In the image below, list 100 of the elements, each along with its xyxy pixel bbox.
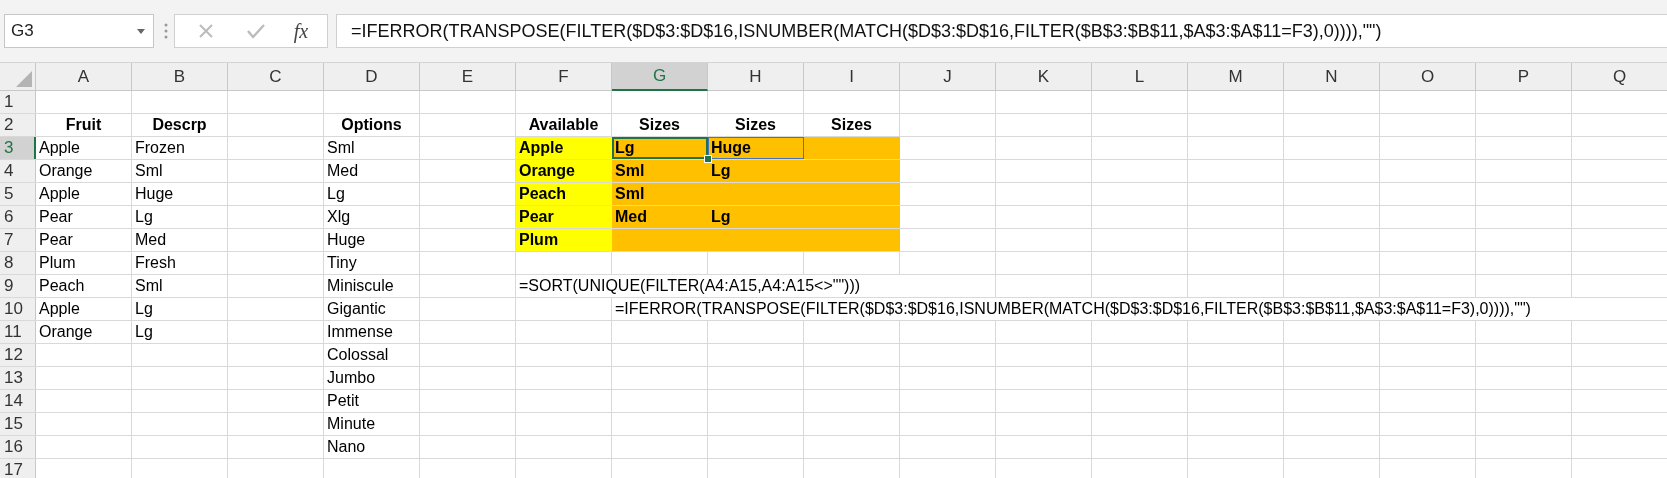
row-header[interactable]: 5 bbox=[0, 183, 36, 205]
cell-text: Gigantic bbox=[327, 301, 386, 317]
row-header[interactable]: 13 bbox=[0, 367, 36, 389]
filled-cell[interactable]: Sml bbox=[612, 160, 708, 182]
row-header[interactable]: 6 bbox=[0, 206, 36, 228]
filled-cell[interactable]: Pear bbox=[516, 206, 612, 228]
cell-text: Fruit bbox=[65, 117, 102, 133]
filled-cell[interactable] bbox=[804, 160, 900, 182]
row-header[interactable]: 7 bbox=[0, 229, 36, 251]
cell-text: Miniscule bbox=[327, 278, 394, 294]
close-icon bbox=[198, 23, 214, 39]
row-header[interactable]: 4 bbox=[0, 160, 36, 182]
cell-text: Tiny bbox=[327, 255, 357, 271]
cell-text: Sml bbox=[327, 140, 355, 156]
filled-cell[interactable]: Orange bbox=[516, 160, 612, 182]
cell-text: Lg bbox=[327, 186, 345, 202]
filled-cell[interactable]: Plum bbox=[516, 229, 612, 251]
column-header[interactable]: C bbox=[228, 63, 324, 91]
row-header[interactable]: 2 bbox=[0, 114, 36, 136]
row-header[interactable]: 8 bbox=[0, 252, 36, 274]
column-header[interactable]: L bbox=[1092, 63, 1188, 91]
cell-text: Apple bbox=[39, 140, 80, 156]
cell-text: Descrp bbox=[152, 117, 207, 133]
column-header[interactable]: K bbox=[996, 63, 1092, 91]
cell-text: Minute bbox=[327, 416, 376, 432]
filled-cell[interactable]: Peach bbox=[516, 183, 612, 205]
cell-text: Apple bbox=[519, 140, 564, 156]
filled-cell[interactable] bbox=[804, 137, 900, 159]
filled-cell[interactable] bbox=[612, 229, 708, 251]
cell-text: =IFERROR(TRANSPOSE(FILTER($D$3:$D$16,ISNUMBER(MATCH($D$3:$D$16,FILTER($B$3:$B$11,$A$3:$A$11=F3),0)))),"") bbox=[615, 301, 1531, 317]
filled-cell[interactable]: Apple bbox=[516, 137, 612, 159]
cell-text: Apple bbox=[39, 186, 80, 202]
cell-text: Plum bbox=[519, 232, 559, 248]
column-header[interactable]: J bbox=[900, 63, 996, 91]
filled-cell[interactable]: Lg bbox=[708, 206, 804, 228]
row-header[interactable]: 14 bbox=[0, 390, 36, 412]
row-header[interactable]: 15 bbox=[0, 413, 36, 435]
column-header[interactable]: F bbox=[516, 63, 612, 91]
cell-text: Sml bbox=[615, 186, 645, 202]
cell-text: Fresh bbox=[135, 255, 176, 271]
column-header[interactable]: P bbox=[1476, 63, 1572, 91]
cell-text: Pear bbox=[39, 232, 73, 248]
cell-text: Lg bbox=[135, 324, 153, 340]
cell-text: =SORT(UNIQUE(FILTER(A4:A15,A4:A15<>""))) bbox=[519, 278, 861, 294]
cell-text: Peach bbox=[519, 186, 567, 202]
row-header[interactable]: 17 bbox=[0, 459, 36, 478]
row-header[interactable]: 12 bbox=[0, 344, 36, 366]
insert-function-button[interactable]: fx bbox=[281, 19, 321, 43]
cell-text: Xlg bbox=[327, 209, 351, 225]
name-box[interactable]: G3 bbox=[4, 14, 154, 48]
cell-text: Sml bbox=[135, 278, 163, 294]
column-header[interactable]: I bbox=[804, 63, 900, 91]
cell-text: Pear bbox=[39, 209, 73, 225]
column-header[interactable]: A bbox=[36, 63, 132, 91]
select-all-corner[interactable] bbox=[0, 63, 36, 91]
cell-text: Orange bbox=[39, 324, 93, 340]
filled-cell[interactable]: Lg bbox=[708, 160, 804, 182]
cell-text: Apple bbox=[39, 301, 80, 317]
column-header[interactable]: H bbox=[708, 63, 804, 91]
cell-text: Med bbox=[615, 209, 647, 225]
column-header[interactable]: G bbox=[612, 63, 708, 91]
cell-text: Lg bbox=[711, 163, 731, 179]
column-header[interactable]: E bbox=[420, 63, 516, 91]
cell-text: Huge bbox=[327, 232, 366, 248]
cell-text: Huge bbox=[135, 186, 174, 202]
filled-cell[interactable] bbox=[804, 206, 900, 228]
grip-icon bbox=[164, 23, 168, 39]
filled-cell[interactable] bbox=[804, 229, 900, 251]
caret-icon bbox=[137, 28, 145, 34]
cell-text: Lg bbox=[711, 209, 731, 225]
column-header[interactable]: M bbox=[1188, 63, 1284, 91]
row-header[interactable]: 11 bbox=[0, 321, 36, 343]
fill-handle[interactable] bbox=[704, 155, 712, 163]
row-header[interactable]: 9 bbox=[0, 275, 36, 297]
filled-cell[interactable] bbox=[804, 183, 900, 205]
cell-text: Peach bbox=[39, 278, 85, 294]
check-icon bbox=[247, 23, 265, 39]
cell-text: Plum bbox=[39, 255, 76, 271]
column-header[interactable]: D bbox=[324, 63, 420, 91]
cell-text: Lg bbox=[135, 301, 153, 317]
filled-cell[interactable]: Sml bbox=[612, 183, 708, 205]
column-header[interactable]: B bbox=[132, 63, 228, 91]
row-header[interactable]: 16 bbox=[0, 436, 36, 458]
column-header[interactable]: Q bbox=[1572, 63, 1667, 91]
cell-text: Immense bbox=[327, 324, 393, 340]
row-header[interactable]: 10 bbox=[0, 298, 36, 320]
cell-text: Orange bbox=[519, 163, 575, 179]
filled-cell[interactable]: Med bbox=[612, 206, 708, 228]
cell-text: Huge bbox=[711, 140, 751, 156]
column-header[interactable]: O bbox=[1380, 63, 1476, 91]
column-header[interactable]: N bbox=[1284, 63, 1380, 91]
cell-text: Petit bbox=[327, 393, 359, 409]
cell-text: Nano bbox=[327, 439, 366, 455]
row-header[interactable]: 3 bbox=[0, 137, 36, 159]
formula-bar[interactable]: =IFERROR(TRANSPOSE(FILTER($D$3:$D$16,ISNUMBER(MATCH($D$3:$D$16,FILTER($B$3:$B$11,$A$3:$A$11=F3),0)))),"") bbox=[336, 14, 1667, 48]
cell-text: Sizes bbox=[639, 117, 680, 133]
cell-text: Colossal bbox=[327, 347, 389, 363]
cell-text: Jumbo bbox=[327, 370, 376, 386]
filled-cell[interactable]: Huge bbox=[708, 137, 804, 159]
row-header[interactable]: 1 bbox=[0, 91, 36, 113]
